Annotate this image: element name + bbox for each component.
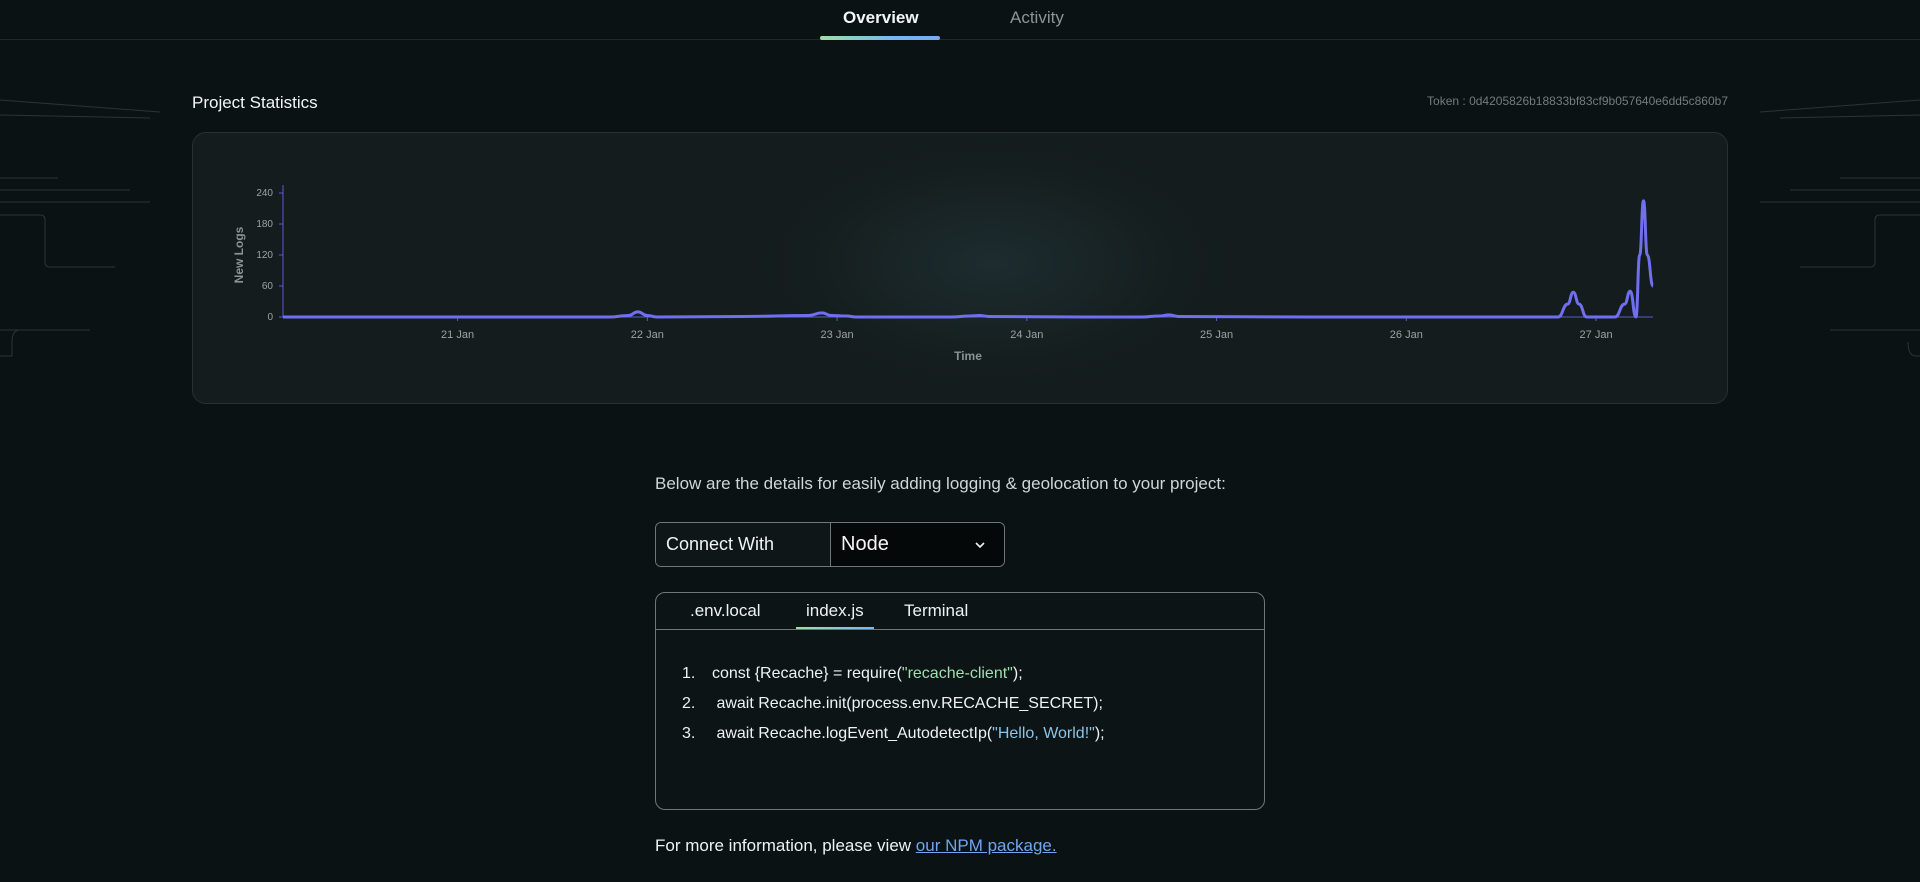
decorative-lines-right	[1759, 99, 1920, 357]
chart-card: 0 60 120 180 240 21 Jan 22 Jan 23 Jan 24 Jan 25 J…	[192, 132, 1728, 404]
x-tick-label: 24 Jan	[1010, 329, 1043, 341]
y-tick-label: 180	[256, 219, 273, 230]
x-tick-label: 21 Jan	[441, 329, 474, 341]
top-tab-bar: Overview Activity	[0, 0, 1920, 40]
x-tick-label: 23 Jan	[821, 329, 854, 341]
tab-overview[interactable]: Overview	[843, 8, 919, 28]
x-tick-label: 26 Jan	[1390, 329, 1423, 341]
tab-activity[interactable]: Activity	[1010, 8, 1064, 28]
more-info-text: For more information, please view our NP…	[655, 836, 1057, 856]
code-tab-terminal[interactable]: Terminal	[904, 601, 968, 621]
series-line	[283, 199, 1655, 319]
line-number: 1.	[682, 665, 696, 682]
line-number: 3.	[682, 725, 696, 742]
code-tab-env-local[interactable]: .env.local	[690, 601, 761, 621]
y-tick-label: 0	[267, 312, 273, 323]
code-string: "Hello, World!"	[992, 725, 1095, 742]
code-text: await Recache.init(process.env.RECACHE_S…	[712, 695, 1103, 712]
code-string: "recache-client"	[901, 665, 1013, 682]
code-tab-bar: .env.local index.js Terminal	[656, 593, 1264, 630]
x-tick-label: 27 Jan	[1580, 329, 1613, 341]
code-text-end: );	[1012, 665, 1023, 682]
code-line: 1. const {Recache} = require("recache-cl…	[682, 659, 1105, 689]
code-snippet-card: .env.local index.js Terminal 1. const {R…	[655, 592, 1265, 810]
connect-with-label: Connect With	[656, 523, 831, 566]
platform-select-value: Node	[841, 533, 889, 555]
code-line: 2. await Recache.init(process.env.RECACH…	[682, 689, 1105, 719]
chevron-down-icon	[975, 541, 985, 548]
project-token: Token : 0d4205826b18833bf83cf9b057640e6d…	[1427, 94, 1728, 108]
y-tick-label: 240	[256, 188, 273, 199]
code-tab-indicator	[796, 627, 874, 629]
y-tick-label: 120	[256, 250, 273, 261]
code-text: const {Recache} = require(	[712, 665, 902, 682]
npm-package-link[interactable]: our NPM package.	[916, 836, 1057, 855]
platform-select[interactable]: Node	[831, 523, 1004, 566]
y-axis-title: New Logs	[232, 226, 246, 283]
code-line: 3. await Recache.logEvent_AutodetectIp("…	[682, 719, 1105, 749]
more-info-label: For more information, please view	[655, 836, 916, 855]
code-lines: 1. const {Recache} = require("recache-cl…	[682, 659, 1105, 749]
code-text-end: );	[1094, 725, 1105, 742]
y-tick-label: 60	[262, 281, 274, 292]
code-tab-index-js[interactable]: index.js	[806, 601, 864, 621]
x-axis-title: Time	[954, 349, 982, 363]
new-logs-chart: 0 60 120 180 240 21 Jan 22 Jan 23 Jan 24 Jan 25 J…	[232, 185, 1655, 363]
active-tab-indicator	[820, 36, 940, 40]
section-title: Project Statistics	[192, 93, 318, 112]
x-tick-label: 25 Jan	[1200, 329, 1233, 341]
line-number: 2.	[682, 695, 696, 712]
connect-with-control: Connect With Node	[655, 522, 1005, 567]
decorative-lines-left	[0, 99, 161, 357]
code-text: await Recache.logEvent_AutodetectIp(	[712, 725, 993, 742]
x-tick-label: 22 Jan	[631, 329, 664, 341]
details-intro: Below are the details for easily adding …	[655, 474, 1226, 493]
